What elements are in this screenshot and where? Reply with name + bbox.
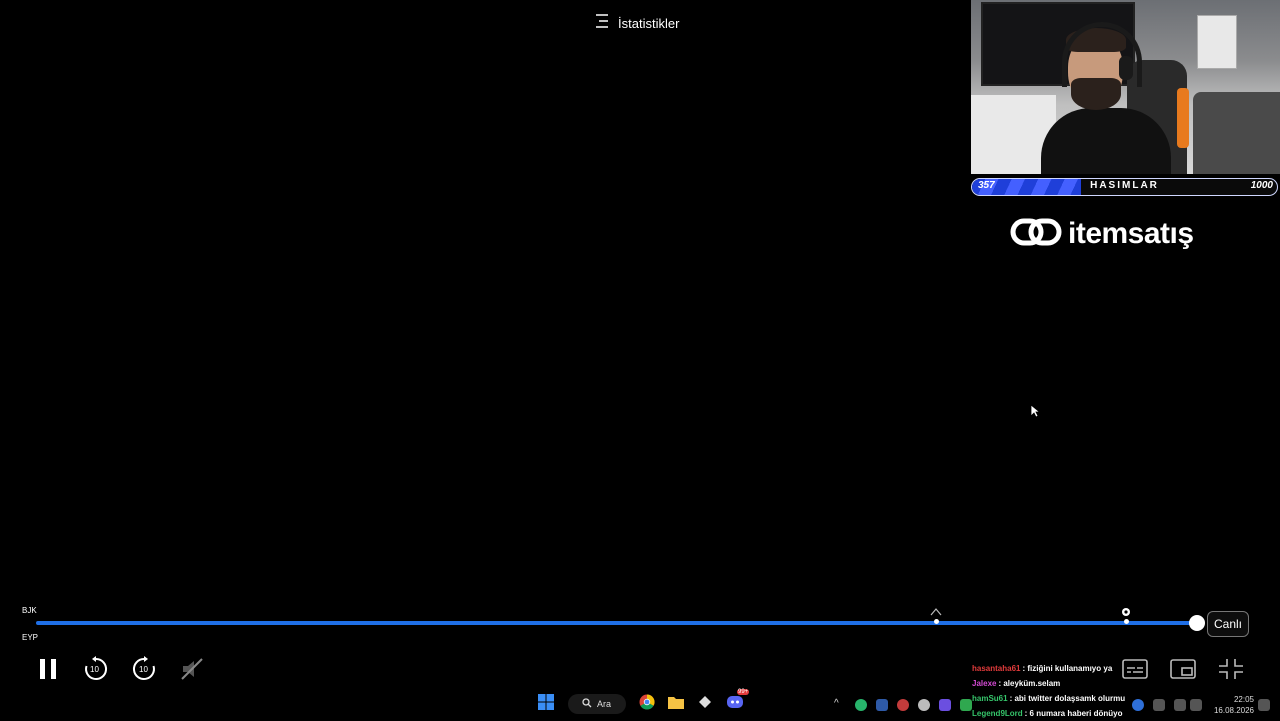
stats-label: İstatistikler [618, 15, 680, 31]
clock-date: 16.08.2026 [1213, 706, 1254, 715]
tray-volume-icon[interactable] [1190, 699, 1202, 711]
chat-text: : fiziğini kullanamıyo ya [1022, 664, 1113, 673]
sponsor-name: itemsatış [1068, 217, 1194, 250]
mute-button[interactable] [178, 657, 206, 685]
chrome-button[interactable] [637, 693, 657, 715]
exit-fullscreen-icon [1218, 658, 1244, 685]
tray-app-icon[interactable] [918, 699, 930, 711]
pause-icon [37, 657, 59, 686]
stats-menu-icon [594, 13, 610, 34]
forward-10-button[interactable]: 10 [130, 655, 158, 687]
tray-app-icon[interactable] [939, 699, 951, 711]
taskbar-clock[interactable]: 22:05 16.08.2026 [1208, 694, 1254, 716]
cast-icon [1170, 658, 1196, 684]
rewind-10-icon: 10 [83, 655, 109, 687]
stats-button[interactable]: İstatistikler [594, 12, 679, 34]
sponsor-logo-icon [1010, 215, 1062, 254]
tray-app-icon[interactable] [897, 699, 909, 711]
goal-progress-bar: 357 HASIMLAR 1000 [971, 178, 1278, 196]
folder-icon [668, 695, 684, 714]
windows-start-button[interactable] [536, 693, 556, 715]
timeline-event-marker[interactable] [934, 619, 939, 624]
tray-app-icon[interactable] [855, 699, 867, 711]
chrome-icon [639, 693, 655, 715]
live-button[interactable]: Canlı [1207, 611, 1249, 637]
search-icon [582, 698, 592, 710]
taskbar-search[interactable]: Ara [568, 694, 626, 714]
mouse-cursor-icon [1030, 404, 1041, 423]
chat-text: : aleyküm.selam [998, 679, 1061, 688]
chat-username: hasantaha61 [972, 664, 1021, 673]
goal-max: 1000 [1250, 180, 1273, 191]
cast-button[interactable] [1169, 657, 1197, 685]
tray-steam-icon[interactable] [876, 699, 888, 711]
discord-badge: 99+ [737, 688, 750, 695]
exit-fullscreen-button[interactable] [1217, 657, 1245, 685]
chat-message: hasantaha61: fiziğini kullanamıyo ya [972, 661, 1132, 676]
webcam-overlay [971, 0, 1280, 174]
playback-timeline[interactable] [36, 619, 1198, 625]
rewind-10-label: 10 [90, 664, 99, 674]
pause-button[interactable] [34, 657, 62, 685]
discord-icon: 99+ [727, 688, 750, 714]
tray-expand-icon[interactable]: ^ [834, 698, 839, 709]
rewind-10-button[interactable]: 10 [82, 655, 110, 687]
goal-title: HASIMLAR [1090, 180, 1159, 191]
tray-network-icon[interactable] [1174, 699, 1186, 711]
chat-username: Jalexe [972, 679, 997, 688]
timeline-event-marker[interactable] [1124, 619, 1129, 624]
file-explorer-button[interactable] [666, 695, 686, 713]
tray-app-icon[interactable] [960, 699, 972, 711]
team-top-label: BJK [22, 606, 37, 615]
app-button[interactable] [695, 695, 715, 713]
tray-bluetooth-icon[interactable] [1132, 699, 1144, 711]
forward-10-label: 10 [139, 664, 148, 674]
tray-notification-icon[interactable] [1258, 699, 1270, 711]
sponsor-logo: itemsatış [1010, 214, 1194, 254]
search-label: Ara [597, 699, 612, 709]
forward-10-icon: 10 [131, 655, 157, 687]
team-bottom-label: EYP [22, 633, 39, 642]
windows-start-icon [538, 693, 554, 715]
timeline-scrubber-handle[interactable] [1189, 615, 1205, 631]
discord-button[interactable]: 99+ [725, 688, 750, 714]
app-icon [698, 695, 712, 714]
chat-message: Jalexe: aleyküm.selam [972, 676, 1132, 691]
tray-mic-icon[interactable] [1153, 699, 1165, 711]
muted-icon [180, 657, 204, 686]
clock-time: 22:05 [1233, 695, 1254, 704]
